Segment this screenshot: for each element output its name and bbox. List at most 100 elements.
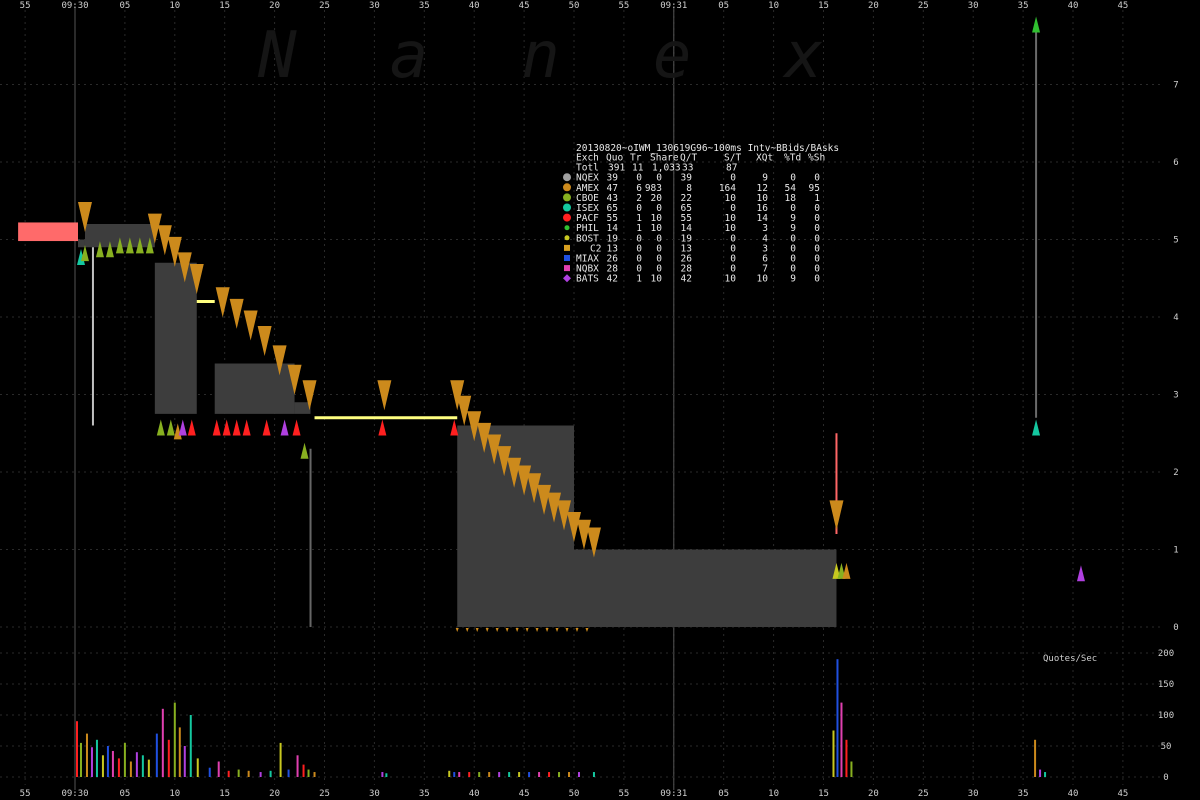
rate-bar-43 bbox=[498, 772, 501, 777]
rate-bar-15 bbox=[161, 708, 164, 777]
rate-bar-42 bbox=[488, 772, 491, 777]
price-tick-0: 0 bbox=[1173, 623, 1178, 633]
rate-bar-13 bbox=[147, 759, 150, 777]
rate-tick-4: 200 bbox=[1158, 649, 1174, 659]
time-tick-bottom-22: 45 bbox=[1117, 789, 1128, 799]
rate-bar-4 bbox=[95, 739, 98, 777]
price-tick-4: 4 bbox=[1173, 313, 1178, 323]
legend-header-xqt: XQt bbox=[756, 153, 773, 164]
legend-cell-bats-6: 9 bbox=[790, 274, 796, 285]
rate-bar-48 bbox=[548, 772, 551, 777]
time-tick-bottom-7: 30 bbox=[369, 789, 380, 799]
rate-bar-17 bbox=[173, 702, 176, 777]
rate-bar-16 bbox=[167, 739, 170, 777]
rate-bar-12 bbox=[141, 755, 144, 777]
price-tick-1: 1 bbox=[1173, 546, 1178, 556]
legend-cell-bats-5: 10 bbox=[757, 274, 769, 285]
legend-cell-bats-2: 10 bbox=[651, 274, 663, 285]
rate-bar-10 bbox=[129, 761, 132, 777]
rate-bar-32 bbox=[302, 764, 305, 777]
legend-cell-bats-3: 42 bbox=[681, 274, 692, 285]
rate-bar-22 bbox=[208, 767, 211, 777]
rate-bar-38 bbox=[453, 772, 456, 777]
time-tick-top-6: 25 bbox=[319, 1, 330, 11]
rate-bar-33 bbox=[307, 769, 310, 777]
nbbo-band-0 bbox=[77, 239, 85, 248]
price-tick-5: 5 bbox=[1173, 236, 1178, 246]
rate-tick-3: 150 bbox=[1158, 680, 1174, 690]
rate-tick-0: 0 bbox=[1163, 773, 1168, 783]
legend-marker-phil bbox=[564, 225, 570, 231]
rate-bar-40 bbox=[468, 772, 471, 777]
time-tick-bottom-17: 20 bbox=[868, 789, 879, 799]
price-tick-3: 3 bbox=[1173, 391, 1178, 401]
rate-bar-36 bbox=[385, 773, 388, 777]
rate-bar-8 bbox=[117, 758, 120, 777]
rate-bar-34 bbox=[313, 772, 316, 777]
rate-bar-27 bbox=[259, 772, 262, 777]
nbbo-band-3 bbox=[214, 363, 295, 414]
time-tick-top-11: 50 bbox=[569, 1, 580, 11]
time-tick-bottom-20: 35 bbox=[1018, 789, 1029, 799]
time-tick-top-16: 15 bbox=[818, 1, 829, 11]
rate-bar-21 bbox=[196, 758, 199, 777]
time-tick-top-3: 10 bbox=[169, 1, 180, 11]
legend-cell-bats-1: 1 bbox=[636, 274, 642, 285]
rate-axis-title: Quotes/Sec bbox=[1043, 654, 1097, 664]
time-tick-bottom-1: 09:30 bbox=[61, 789, 88, 799]
rate-bar-37 bbox=[448, 770, 451, 777]
rate-bar-51 bbox=[577, 772, 580, 777]
time-tick-bottom-16: 15 bbox=[818, 789, 829, 799]
time-tick-bottom-19: 30 bbox=[968, 789, 979, 799]
legend-marker-miax bbox=[564, 255, 570, 261]
time-tick-top-19: 30 bbox=[968, 1, 979, 11]
rate-bar-0 bbox=[75, 721, 78, 777]
rate-bar-41 bbox=[478, 772, 481, 777]
rate-bar-5 bbox=[101, 755, 104, 777]
time-tick-bottom-11: 50 bbox=[569, 789, 580, 799]
rate-bar-7 bbox=[111, 750, 114, 777]
time-tick-top-0: 55 bbox=[20, 1, 31, 11]
time-tick-bottom-4: 15 bbox=[219, 789, 230, 799]
legend-marker-c2 bbox=[564, 244, 570, 251]
rate-bar-47 bbox=[538, 772, 541, 777]
legend-cell-bats-4: 10 bbox=[725, 274, 737, 285]
price-tick-2: 2 bbox=[1173, 468, 1178, 478]
rate-tick-1: 50 bbox=[1161, 742, 1172, 752]
nanex-watermark: N a n e x bbox=[257, 19, 823, 93]
rate-bar-60 bbox=[1044, 772, 1047, 777]
rate-bar-30 bbox=[287, 769, 290, 777]
rate-bar-23 bbox=[217, 761, 220, 777]
rate-bar-35 bbox=[381, 772, 384, 777]
legend-marker-pacf bbox=[563, 213, 571, 222]
rate-bar-54 bbox=[836, 659, 839, 777]
time-tick-top-5: 20 bbox=[269, 1, 280, 11]
quote-chart: N a n e x 55 09:30 05 10 15 20 25 30 35 40 45 50 55 0… bbox=[0, 0, 1200, 800]
legend-cell-bats-7: 0 bbox=[814, 274, 820, 285]
rate-bar-29 bbox=[279, 742, 282, 777]
rate-bar-3 bbox=[90, 747, 93, 777]
time-tick-bottom-15: 10 bbox=[768, 789, 779, 799]
rate-bar-58 bbox=[1034, 739, 1037, 777]
legend-header-td: %Td bbox=[784, 153, 801, 164]
time-tick-top-17: 20 bbox=[868, 1, 879, 11]
time-tick-top-18: 25 bbox=[918, 1, 929, 11]
rate-bar-11 bbox=[135, 752, 138, 777]
legend-marker-isex bbox=[563, 203, 571, 212]
time-tick-top-14: 05 bbox=[718, 1, 729, 11]
legend-exch-bats: BATS bbox=[576, 274, 599, 285]
time-tick-bottom-0: 55 bbox=[20, 789, 31, 799]
nbbo-band-2 bbox=[154, 262, 197, 414]
nbbo-band-5 bbox=[457, 425, 574, 627]
time-tick-top-10: 45 bbox=[519, 1, 530, 11]
time-tick-top-1: 09:30 bbox=[61, 1, 88, 11]
time-tick-bottom-13: 09:31 bbox=[660, 789, 687, 799]
time-tick-top-22: 45 bbox=[1117, 1, 1128, 11]
rate-bar-14 bbox=[155, 733, 158, 777]
time-tick-top-7: 30 bbox=[369, 1, 380, 11]
time-tick-bottom-9: 40 bbox=[469, 789, 480, 799]
time-tick-bottom-21: 40 bbox=[1068, 789, 1079, 799]
time-tick-top-8: 35 bbox=[419, 1, 430, 11]
legend-cell-bats-0: 42 bbox=[607, 274, 618, 285]
time-tick-top-12: 55 bbox=[618, 1, 629, 11]
